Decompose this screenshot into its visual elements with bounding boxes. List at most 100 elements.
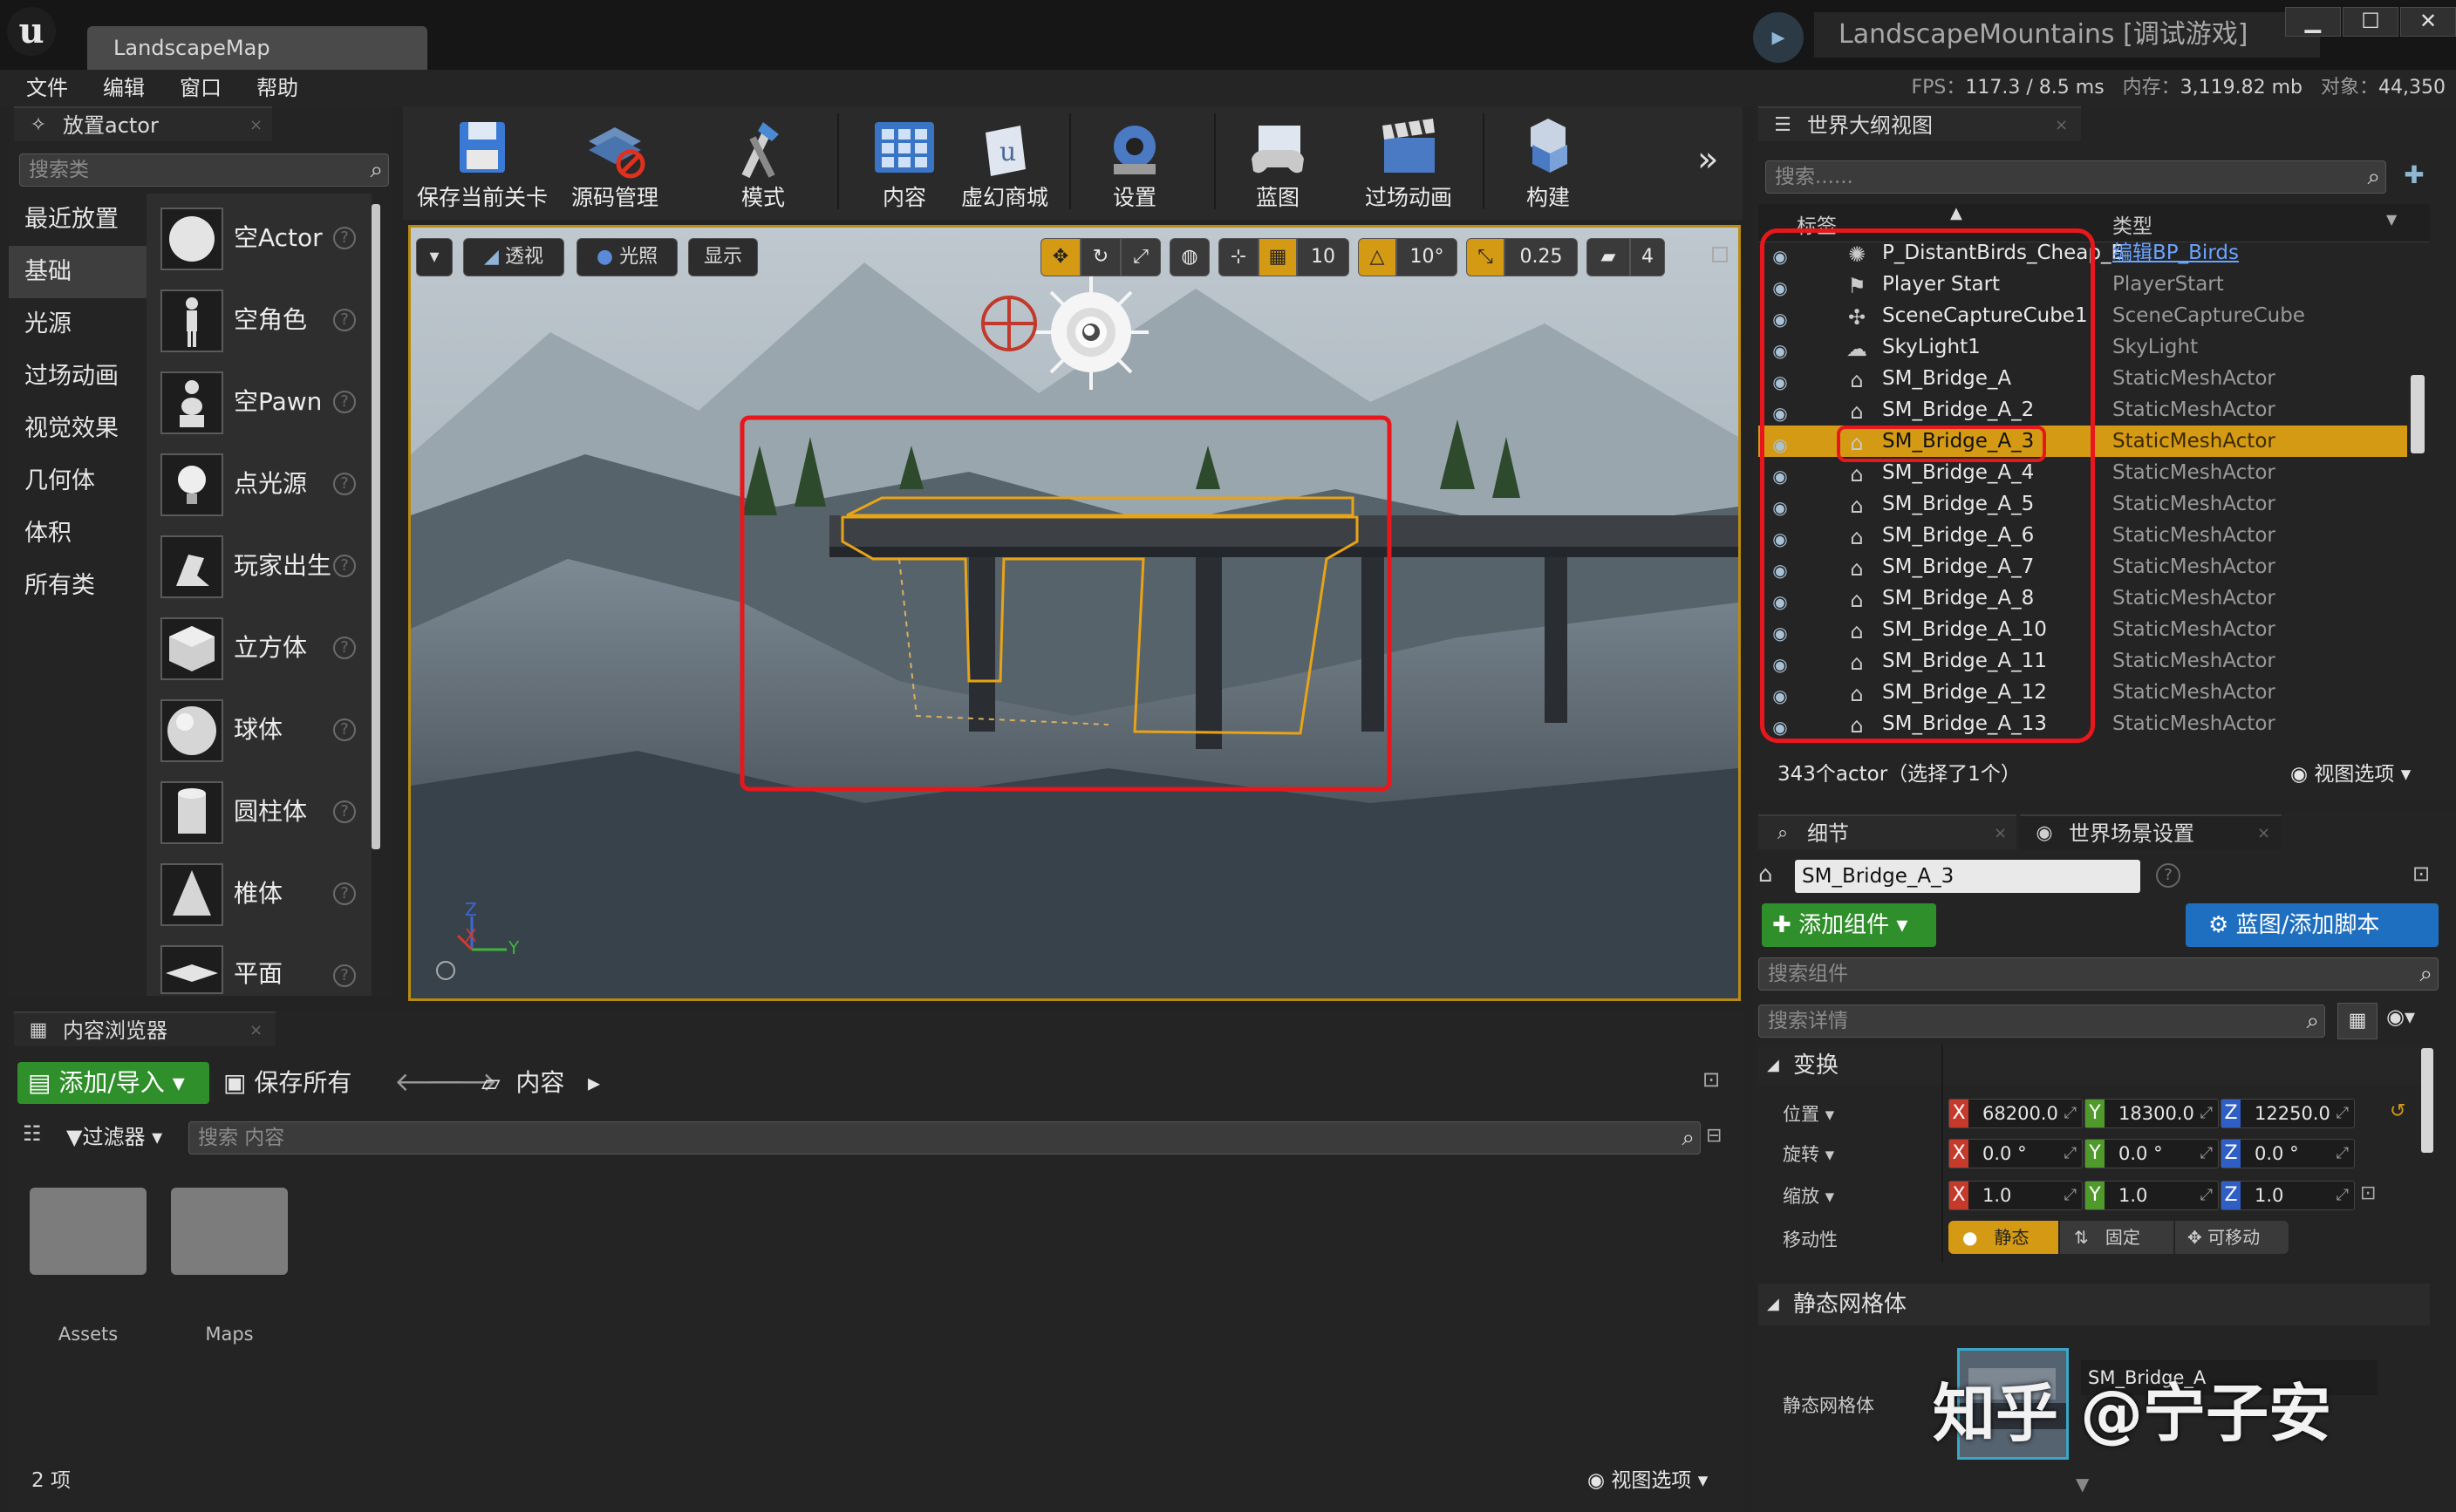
outliner-row[interactable]: ◉ ⌂ SM_Bridge_A StaticMeshActor [1758,363,2407,394]
close-button[interactable]: ✕ [2400,7,2456,37]
visibility-eye-icon[interactable]: ◉ [1767,586,1793,612]
category-cinematic[interactable]: 过场动画 [9,351,148,403]
outliner-row[interactable]: ◉ ☁ SkyLight1 SkyLight [1758,331,2407,363]
content-view-options[interactable]: ◉ 视图选项 ▾ [1587,1463,1708,1493]
actor-name-field[interactable]: SM_Bridge_A_3 [1795,860,2140,893]
grid-snap-value[interactable]: 10 [1297,238,1349,276]
actor-item-player-start[interactable]: 玩家出生 ? [147,525,372,607]
outliner-row[interactable]: ◉ ⌂ SM_Bridge_A_3 StaticMeshActor [1758,426,2407,457]
column-type[interactable]: 类型 [2112,209,2152,239]
save-level-button[interactable]: 保存当前关卡 [412,106,553,220]
save-all-button[interactable]: ▣ 保存所有 [223,1062,351,1104]
help-icon[interactable]: ? [333,391,356,413]
tab-close-icon[interactable]: × [1994,816,2007,851]
help-icon[interactable]: ? [333,637,356,659]
document-tab[interactable]: LandscapeMap [87,26,427,70]
tab-close-icon[interactable]: × [2055,108,2068,143]
row-type[interactable]: 编辑BP_Birds [2112,237,2239,269]
column-label[interactable]: 标签 [1797,209,1837,239]
class-search-input[interactable]: 搜索类 ⌕ [19,153,389,187]
actor-item-cylinder[interactable]: 圆柱体 ? [147,771,372,853]
lock-icon[interactable]: ⊡ [2412,862,2430,886]
scale-z-field[interactable]: Z 1.0 ⤢ [2221,1181,2355,1210]
help-icon[interactable]: ? [333,555,356,577]
source-control-button[interactable]: 源码管理 [558,106,672,220]
visibility-eye-icon[interactable]: ◉ [1767,460,1793,487]
content-button[interactable]: 内容 [848,106,961,220]
maximize-viewport-icon[interactable] [1712,247,1728,262]
help-icon[interactable]: ? [333,719,356,741]
outliner-row[interactable]: ◉ ⌂ SM_Bridge_A_7 StaticMeshActor [1758,551,2407,582]
lit-button[interactable]: ● 光照 [576,238,678,276]
outliner-tab[interactable]: ☰ 世界大纲视图 × [1758,106,2081,141]
visibility-eye-icon[interactable]: ◉ [1767,398,1793,424]
outliner-row[interactable]: ◉ ⌂ SM_Bridge_A_5 StaticMeshActor [1758,488,2407,520]
filters-button[interactable]: ▼过滤器 ▾ [66,1120,162,1154]
location-x-field[interactable]: X 68200.0 ⤢ [1948,1099,2083,1128]
actor-item-empty-pawn[interactable]: 空Pawn ? [147,361,372,443]
category-basic[interactable]: 基础 [9,246,148,298]
folder-maps-icon[interactable] [171,1188,288,1275]
marketplace-button[interactable]: u 虚幻商城 [951,106,1059,220]
add-component-button[interactable]: ✚ 添加组件 ▾ [1762,903,1936,947]
blueprints-button[interactable]: 蓝图 [1221,106,1334,220]
visibility-eye-icon[interactable]: ◉ [1767,272,1793,298]
outliner-row[interactable]: ◉ ⌂ SM_Bridge_A_10 StaticMeshActor [1758,614,2407,645]
visibility-eye-icon[interactable]: ◉ [1767,366,1793,392]
visibility-eye-icon[interactable]: ◉ [1767,429,1793,455]
category-visual-effects[interactable]: 视觉效果 [9,403,148,455]
world-settings-tab[interactable]: ◉ 世界场景设置 × [2020,814,2282,849]
outliner-row[interactable]: ◉ ⌂ SM_Bridge_A_2 StaticMeshActor [1758,394,2407,426]
visibility-eye-icon[interactable]: ◉ [1767,555,1793,581]
actor-item-plane[interactable]: 平面 ? [147,935,372,996]
actor-item-empty-character[interactable]: 空角色 ? [147,279,372,361]
visibility-eye-icon[interactable]: ◉ [1767,241,1793,267]
surface-snap-icon[interactable]: ⊹ [1218,238,1259,276]
rotation-snap-value[interactable]: 10° [1396,238,1457,276]
menu-help[interactable]: 帮助 [256,70,298,106]
visibility-eye-icon[interactable]: ◉ [1767,649,1793,675]
help-icon[interactable]: ? [333,964,356,987]
grid-snap-icon[interactable]: ▦ [1259,238,1297,276]
mobility-stationary-button[interactable]: ⇅ 固定 [2060,1221,2173,1254]
outliner-row[interactable]: ◉ ⚑ Player Start PlayerStart [1758,269,2407,300]
add-import-button[interactable]: ▤ 添加/导入 ▾ [17,1062,209,1104]
details-more-icon[interactable]: ▼ [2076,1474,2089,1495]
show-button[interactable]: 显示 [688,238,758,276]
scale-y-field[interactable]: Y 1.0 ⤢ [2084,1181,2219,1210]
help-icon[interactable]: ? [333,882,356,905]
build-button[interactable]: 构建 [1491,106,1605,220]
sources-panel-icon[interactable]: ☷ [23,1121,42,1146]
scale-x-field[interactable]: X 1.0 ⤢ [1948,1181,2083,1210]
static-mesh-section[interactable]: ◢ 静态网格体 [1758,1284,2430,1325]
outliner-row[interactable]: ◉ ⌂ SM_Bridge_A_12 StaticMeshActor [1758,677,2407,708]
unreal-logo-icon[interactable]: u [7,7,56,56]
property-matrix-icon[interactable]: ▦ [2337,1003,2378,1039]
actor-item-empty-actor[interactable]: 空Actor ? [147,197,372,279]
reset-to-default-icon[interactable]: ↺ [2390,1100,2405,1122]
help-icon[interactable]: ? [333,227,356,249]
outliner-row[interactable]: ◉ ⌂ SM_Bridge_A_4 StaticMeshActor [1758,457,2407,488]
place-actors-tab[interactable]: ✧ 放置actor × [14,106,272,141]
outliner-row[interactable]: ◉ ✺ P_DistantBirds_Cheap_E 编辑BP_Birds [1758,237,2407,269]
help-icon[interactable]: ? [2156,863,2180,888]
save-search-icon[interactable]: ⊟ [1706,1125,1722,1147]
outliner-row[interactable]: ◉ ⌂ SM_Bridge_A_13 StaticMeshActor [1758,708,2407,739]
rotation-z-field[interactable]: Z 0.0 ° ⤢ [2221,1139,2355,1168]
scale-icon[interactable]: ⤢ [1121,238,1161,276]
location-z-field[interactable]: Z 12250.0 ⤢ [2221,1099,2355,1128]
chevron-down-icon[interactable]: ▼ [2386,211,2397,228]
tab-close-icon[interactable]: × [249,108,263,143]
category-recent[interactable]: 最近放置 [9,194,148,246]
location-y-field[interactable]: Y 18300.0 ⤢ [2084,1099,2219,1128]
help-icon[interactable]: ? [333,309,356,331]
cinematics-button[interactable]: 过场动画 [1343,106,1474,220]
toolbar-more-button[interactable]: » [1697,140,1718,180]
perspective-button[interactable]: ◢ 透视 [463,238,564,276]
outliner-scrollbar[interactable] [2411,375,2425,453]
eye-visibility-icon[interactable]: ◉▾ [2386,1005,2415,1029]
minimize-button[interactable]: ▁ [2285,7,2341,37]
scale-snap-value[interactable]: 0.25 [1504,238,1578,276]
tab-close-icon[interactable]: × [249,1013,263,1048]
actor-list-scrollbar[interactable] [372,204,380,849]
